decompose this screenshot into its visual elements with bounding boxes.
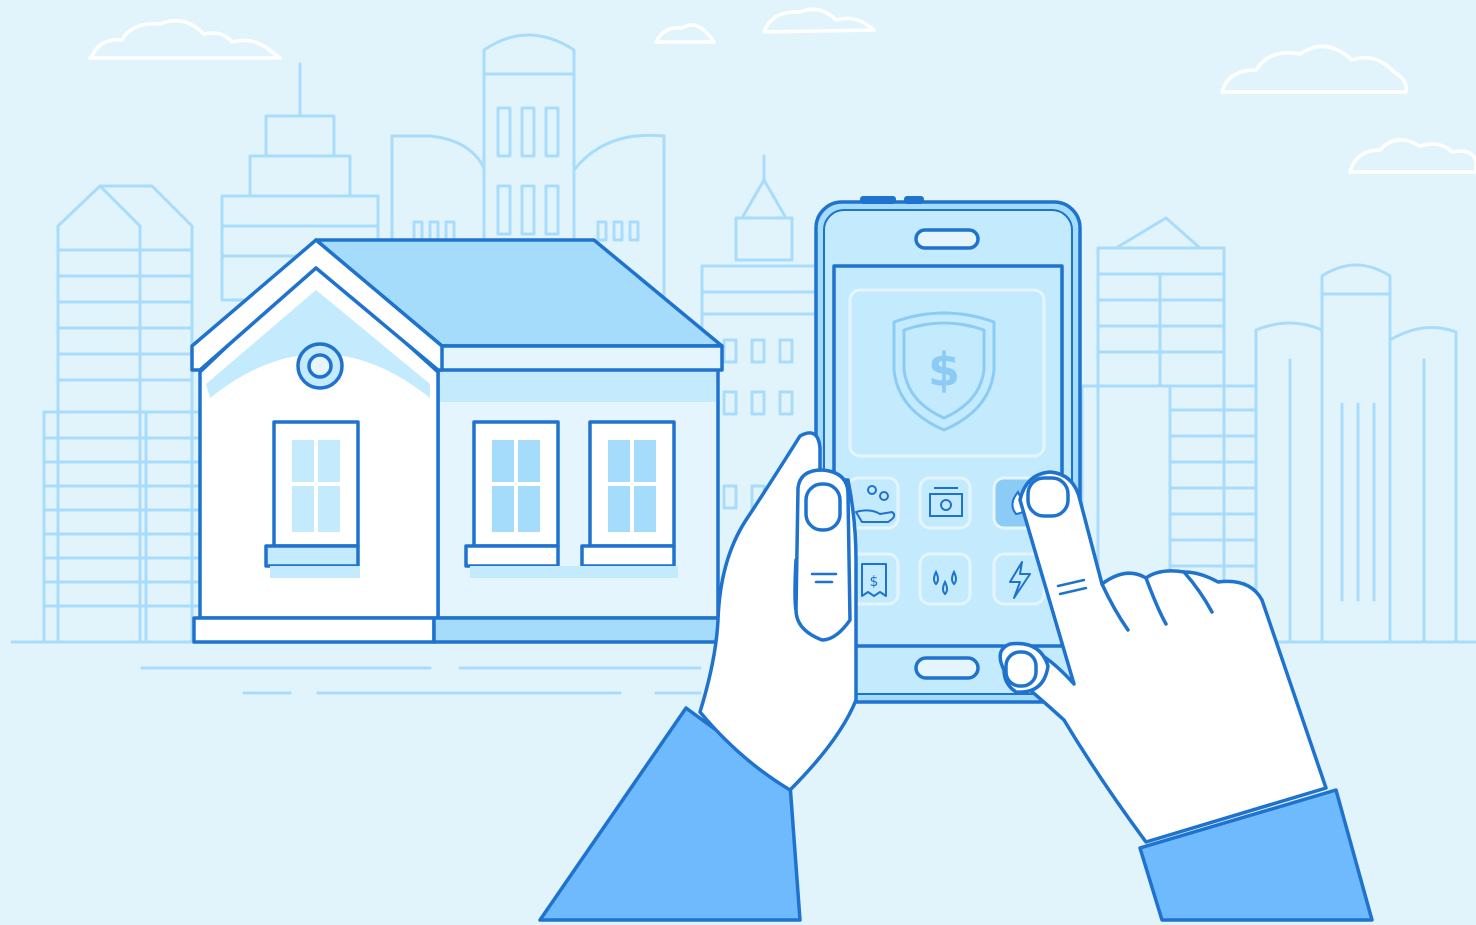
svg-text:$: $ <box>870 574 879 590</box>
house-eave-shadow <box>440 370 716 402</box>
house-window-3-sill <box>580 544 676 568</box>
thumb-edge <box>793 558 798 612</box>
house-foundation-right <box>432 616 724 644</box>
house-eave <box>436 344 724 372</box>
house <box>190 238 724 644</box>
svg-text:$: $ <box>928 343 960 397</box>
house-foundation-left <box>192 616 436 644</box>
house-window-1-sill <box>264 544 360 568</box>
illustration-canvas: $ $ <box>0 0 1476 925</box>
left-thumbnail <box>804 482 842 532</box>
phone-button-top <box>904 196 924 204</box>
smart-home-payment-illustration: $ $ <box>0 0 1476 925</box>
right-thumbnail <box>1004 650 1038 688</box>
cash-icon[interactable] <box>918 476 972 530</box>
round-window-inner <box>307 353 333 379</box>
right-fingernail <box>1026 476 1070 518</box>
phone-home-button[interactable] <box>914 656 980 680</box>
sill-shadow <box>270 566 360 578</box>
sill-shadow <box>470 566 678 578</box>
house-window-2-sill <box>464 544 560 568</box>
water-drops-icon[interactable] <box>918 552 972 606</box>
phone-button-top <box>860 196 896 204</box>
phone-speaker <box>914 228 980 250</box>
